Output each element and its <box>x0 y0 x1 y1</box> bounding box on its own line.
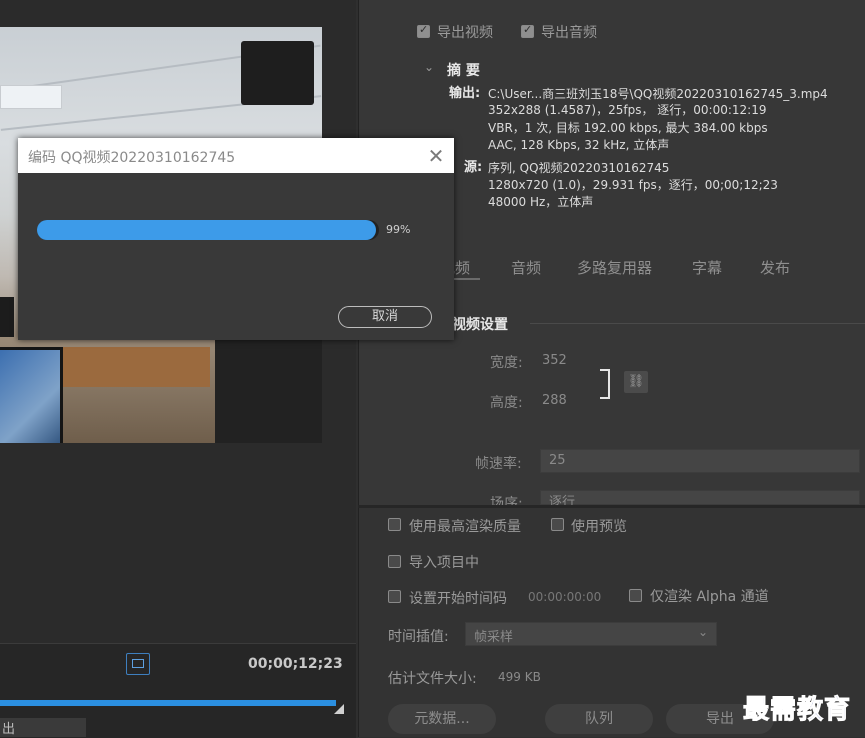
cancel-button[interactable]: 取消 <box>338 306 432 328</box>
monitor <box>0 347 63 443</box>
source-label: 源: <box>464 160 483 175</box>
framerate-label: 帧速率: <box>475 456 522 472</box>
dialog-title: 编码 QQ视频20220310162745 <box>28 150 236 166</box>
dark-chair <box>215 337 322 443</box>
tab-publish[interactable]: 发布 <box>760 257 790 278</box>
source-range-select[interactable]: 出 <box>0 718 86 737</box>
close-icon[interactable]: ✕ <box>426 144 446 168</box>
source-line: 序列, QQ视频20220310162745 <box>488 161 670 175</box>
person-silhouette <box>0 297 14 337</box>
use-previews-label: 使用预览 <box>571 519 627 535</box>
time-interpolation-value: 帧采样 <box>474 630 514 645</box>
tab-captions[interactable]: 字幕 <box>692 257 722 278</box>
summary-heading: 摘 要 <box>447 63 480 79</box>
chevron-down-icon: ⌄ <box>697 625 708 639</box>
tab-audio[interactable]: 音频 <box>511 257 541 278</box>
time-interpolation-select[interactable]: 帧采样 ⌄ <box>465 622 717 646</box>
import-into-project-label: 导入项目中 <box>409 555 479 571</box>
height-label: 高度: <box>490 395 523 411</box>
export-audio-label: 导出音频 <box>541 25 597 41</box>
estimated-size-label: 估计文件大小: <box>388 671 477 687</box>
ceiling-light <box>0 85 62 109</box>
height-value[interactable]: 288 <box>542 393 567 408</box>
desk <box>60 347 210 387</box>
output-line: AAC, 128 Kbps, 32 kHz, 立体声 <box>488 138 670 152</box>
start-timecode-value[interactable]: 00:00:00:00 <box>528 590 601 604</box>
export-video-checkbox[interactable] <box>417 23 430 38</box>
dimension-bracket <box>600 369 610 399</box>
chain-link-icon[interactable]: ⛓ <box>624 371 648 393</box>
max-render-quality-checkbox[interactable] <box>388 518 401 531</box>
divider <box>358 505 865 508</box>
field-order-select[interactable]: 逐行 <box>540 490 860 510</box>
export-video-label: 导出视频 <box>437 25 493 41</box>
output-line: 352x288 (1.4587)，25fps， 逐行，00:00:12:19 <box>488 103 767 117</box>
render-alpha-only-checkbox[interactable] <box>629 589 642 602</box>
width-value[interactable]: 352 <box>542 353 567 368</box>
width-label: 宽度: <box>490 355 523 371</box>
output-line: C:\User...商三班刘玉18号\QQ视频20220310162745_3.… <box>488 87 828 101</box>
encoding-progress-fill <box>37 220 376 240</box>
timeline-range-fill <box>0 700 336 706</box>
watermark-logo: 最需教育 <box>742 695 852 726</box>
export-audio-checkbox[interactable] <box>521 23 534 38</box>
encoding-progress-percent: 99% <box>386 223 411 236</box>
divider <box>530 323 865 324</box>
encoding-dialog: 编码 QQ视频20220310162745 ✕ 99% 取消 <box>18 138 454 340</box>
set-start-timecode-label: 设置开始时间码 <box>409 591 507 607</box>
import-into-project-checkbox[interactable] <box>388 555 401 568</box>
max-render-quality-label: 使用最高渲染质量 <box>409 519 521 535</box>
set-start-timecode-checkbox[interactable] <box>388 590 401 603</box>
output-label: 输出: <box>449 86 481 101</box>
speaker <box>241 41 314 105</box>
timecode: 00;00;12;23 <box>248 656 343 672</box>
time-interpolation-label: 时间插值: <box>388 629 449 645</box>
tab-multiplexer[interactable]: 多路复用器 <box>577 257 652 278</box>
render-alpha-only-label: 仅渲染 Alpha 通道 <box>650 589 769 605</box>
output-line: VBR，1 次, 目标 192.00 kbps, 最大 384.00 kbps <box>488 121 768 135</box>
estimated-size-value: 499 KB <box>498 670 541 684</box>
source-line: 1280x720 (1.0)，29.931 fps，逐行，00;00;12;23 <box>488 178 778 192</box>
out-point-marker[interactable] <box>334 704 344 714</box>
use-previews-checkbox[interactable] <box>551 518 564 531</box>
collapse-chevron-icon[interactable]: ⌄ <box>424 60 434 74</box>
queue-button[interactable]: 队列 <box>545 704 653 734</box>
framerate-select[interactable]: 25 <box>540 449 860 473</box>
fit-frame-icon[interactable] <box>126 653 150 675</box>
metadata-button[interactable]: 元数据... <box>388 704 496 734</box>
video-settings-heading: 视频设置 <box>452 317 508 333</box>
source-line: 48000 Hz，立体声 <box>488 195 594 209</box>
